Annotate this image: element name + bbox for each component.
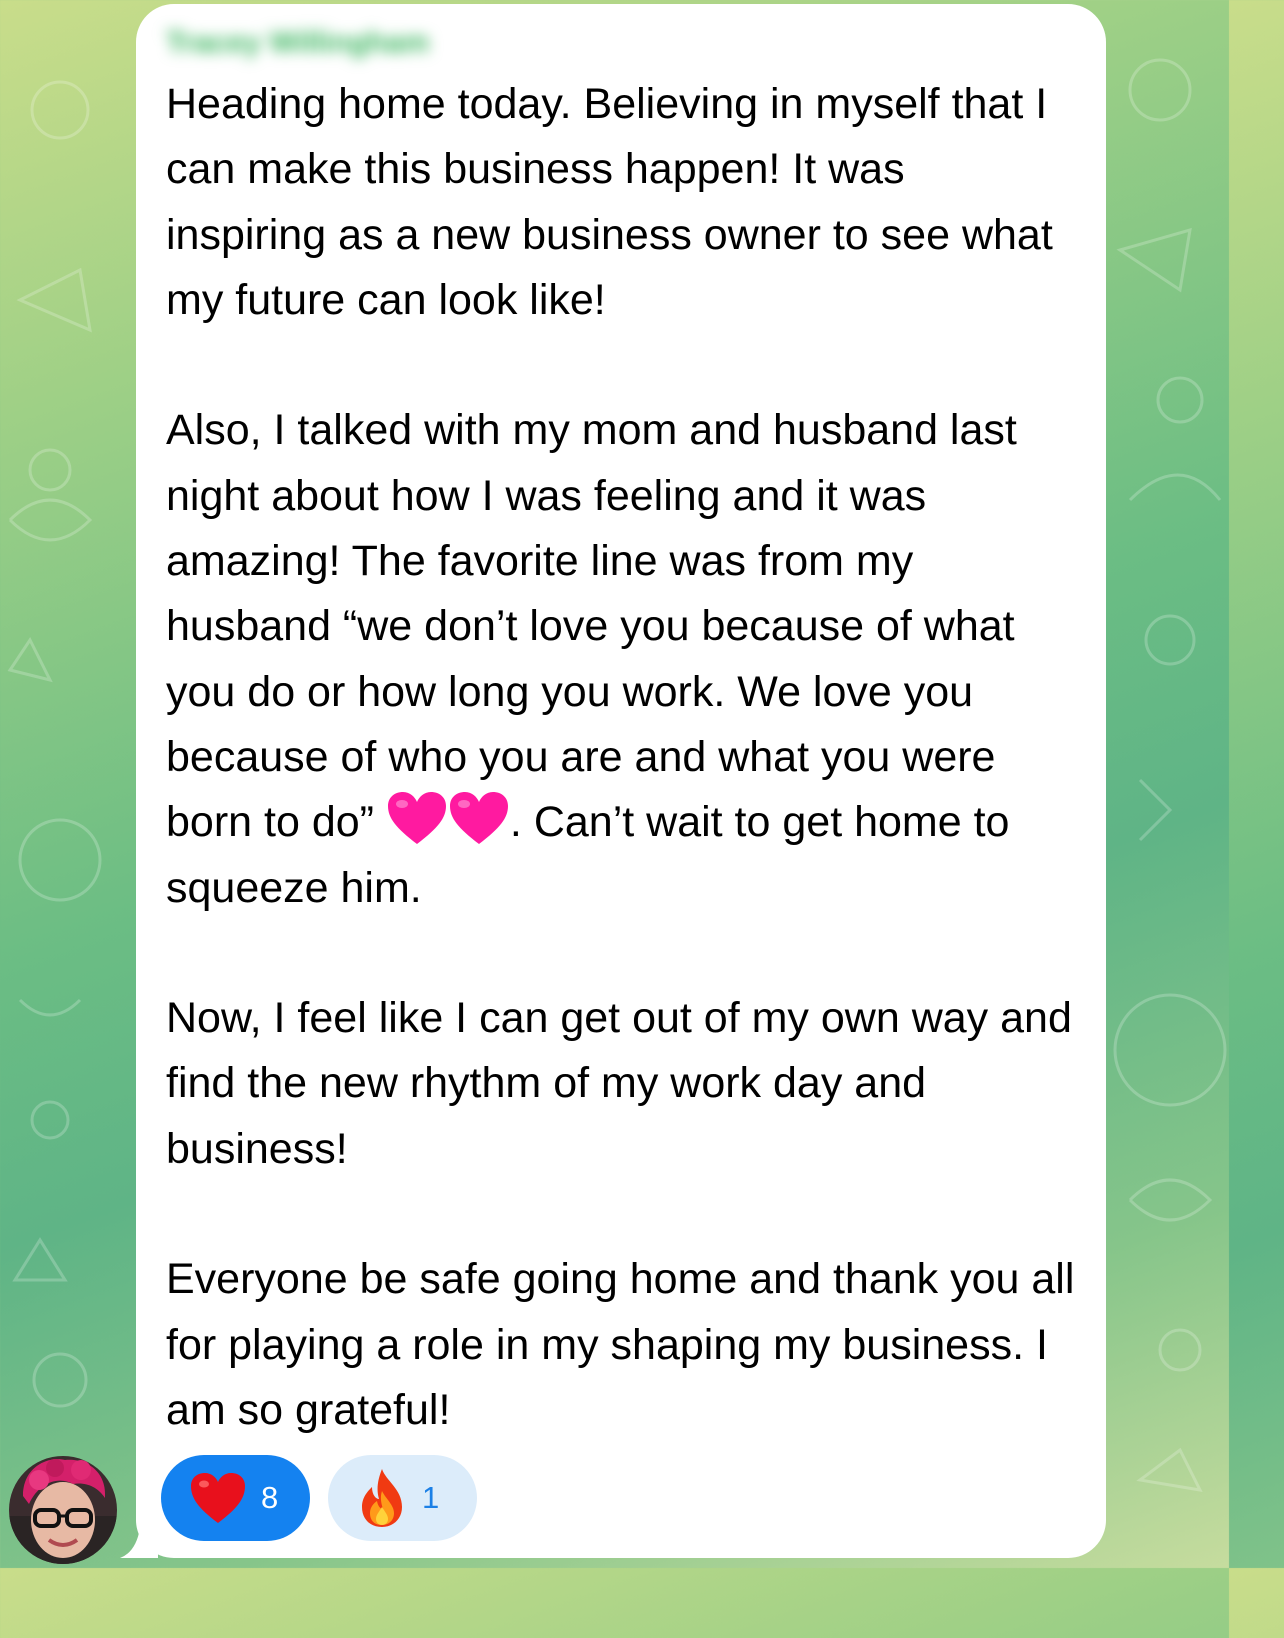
reactions-bar: 8 1: [161, 1455, 477, 1541]
reaction-count: 1: [422, 1480, 440, 1515]
message-paragraph: Also, I talked with my mom and husband l…: [166, 398, 1076, 920]
reaction-fire-button[interactable]: 1: [328, 1455, 477, 1541]
reaction-heart-button[interactable]: 8: [161, 1455, 310, 1541]
message-text-segment: Also, I talked with my mom and husband l…: [166, 406, 1017, 847]
avatar[interactable]: [9, 1456, 117, 1564]
message-paragraph: Everyone be safe going home and thank yo…: [166, 1255, 1075, 1434]
fire-icon: [362, 1469, 402, 1527]
message-text: Heading home today. Believing in myself …: [166, 72, 1076, 1443]
message-paragraph: Heading home today. Believing in myself …: [166, 80, 1053, 324]
pink-heart-icon: [449, 792, 508, 845]
heart-icon: [191, 1473, 245, 1523]
pink-heart-icon: [387, 792, 446, 845]
user-photo: [9, 1456, 117, 1564]
message-paragraph: Now, I feel like I can get out of my own…: [166, 994, 1072, 1173]
reaction-count: 8: [261, 1480, 279, 1515]
sender-name[interactable]: Tracey Willingham: [166, 26, 429, 60]
